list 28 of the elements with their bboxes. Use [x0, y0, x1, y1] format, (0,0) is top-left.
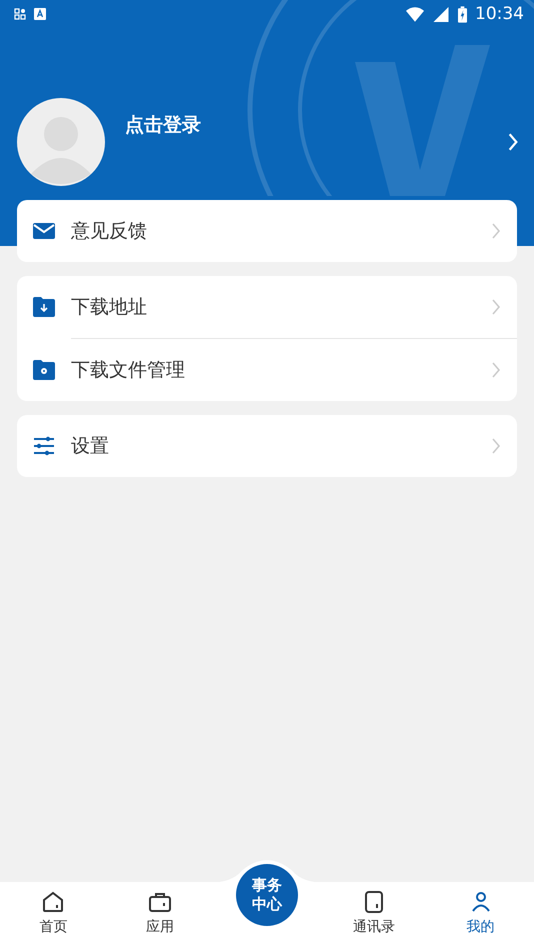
folder-download-icon: [33, 296, 55, 318]
mail-icon: [33, 220, 55, 242]
tab-item[interactable]: 首页: [0, 882, 107, 950]
center-tab[interactable]: 事务中心: [236, 864, 298, 926]
home-icon: [41, 890, 66, 914]
briefcase-icon: [148, 890, 172, 914]
menu-item[interactable]: 意见反馈: [17, 200, 517, 262]
battery-icon: [458, 6, 467, 22]
wifi-icon: [406, 6, 424, 22]
chevron-icon[interactable]: [507, 132, 519, 152]
tab-item[interactable]: 应用: [106, 882, 214, 950]
login-link[interactable]: 点击登录: [125, 112, 201, 138]
sliders-icon: [33, 435, 55, 457]
menu-item[interactable]: 设置: [17, 415, 517, 477]
chevron-icon: [491, 437, 501, 455]
chevron-icon: [491, 361, 501, 379]
avatar-icon[interactable]: [17, 98, 105, 186]
keyboard-icon: [34, 8, 46, 20]
chevron-icon: [491, 298, 501, 316]
chevron-icon: [491, 222, 501, 240]
signal-icon: [432, 6, 450, 22]
apps-icon: [14, 8, 26, 20]
tab-item[interactable]: 我的: [427, 882, 534, 950]
folder-gear-icon: [33, 359, 55, 381]
menu-item[interactable]: 下载地址: [17, 276, 517, 338]
tab-item[interactable]: 通讯录: [320, 882, 428, 950]
menu-item[interactable]: 下载文件管理: [71, 338, 517, 401]
status-time: 10:34: [475, 4, 524, 24]
